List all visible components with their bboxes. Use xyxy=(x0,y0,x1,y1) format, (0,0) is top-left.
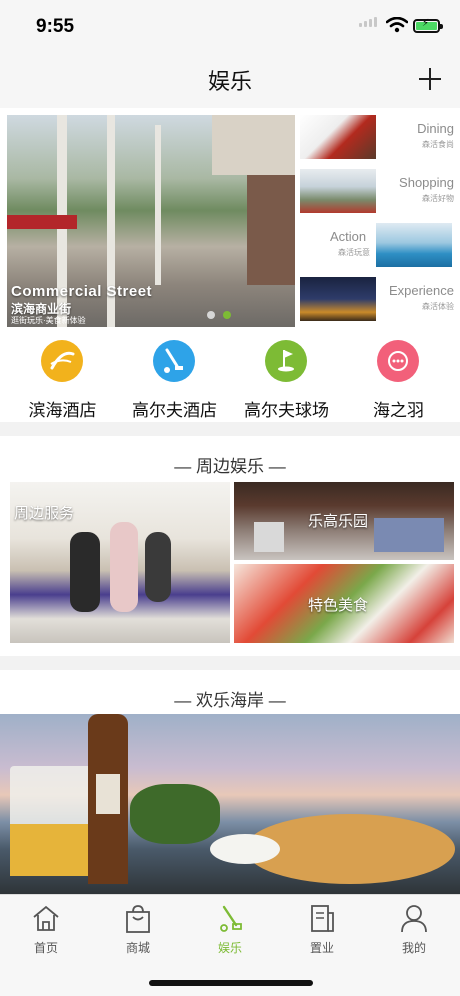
shopping-image xyxy=(300,169,376,213)
plus-icon[interactable] xyxy=(413,58,447,98)
status-bar: 9:55 xyxy=(0,0,460,50)
side-item-shopping[interactable]: Shopping 森活好物 xyxy=(300,169,460,219)
tile-nearby-service[interactable]: 周边服务 xyxy=(10,482,230,643)
quick-link-label: 高尔夫球场 xyxy=(244,401,329,420)
side-item-cn: 森活体验 xyxy=(422,302,454,311)
side-item-cn: 森活好物 xyxy=(422,194,454,203)
side-item-en: Experience xyxy=(388,283,454,298)
tab-entertainment[interactable]: 娱乐 xyxy=(184,903,276,959)
tab-label: 商城 xyxy=(125,941,150,955)
tile-label: 特色美食 xyxy=(308,597,369,614)
hotel-icon xyxy=(41,340,83,382)
quick-link-sea-feather[interactable]: 海之羽 xyxy=(341,340,456,420)
side-item-en: Action xyxy=(330,229,367,244)
tab-property[interactable]: 置业 xyxy=(276,903,368,959)
golf-club-icon xyxy=(153,340,195,382)
quick-link-golf-hotel[interactable]: 高尔夫酒店 xyxy=(117,340,232,420)
tab-mine[interactable]: 我的 xyxy=(368,903,460,959)
side-item-action[interactable]: Action 森活玩意 xyxy=(300,223,460,273)
section-title: — 欢乐海岸 — xyxy=(174,691,286,710)
quick-link-hotel[interactable]: 滨海酒店 xyxy=(5,340,120,420)
nav-bar: 娱乐 xyxy=(0,50,460,108)
action-image xyxy=(376,223,452,267)
side-item-cn: 森活食尚 xyxy=(422,140,454,149)
wifi-icon xyxy=(386,17,408,33)
tile-label: 乐高乐园 xyxy=(308,513,369,530)
tab-label: 置业 xyxy=(309,941,334,955)
tile-lego-park[interactable]: 乐高乐园 xyxy=(234,482,454,560)
carousel-dot-active xyxy=(223,311,231,319)
tab-label: 我的 xyxy=(401,941,426,955)
side-item-dining[interactable]: Dining 森活食尚 xyxy=(300,115,460,165)
dining-image xyxy=(300,115,376,159)
tile-special-food[interactable]: 特色美食 xyxy=(234,564,454,643)
quick-link-golf-course[interactable]: 高尔夫球场 xyxy=(229,340,344,420)
page-title: 娱乐 xyxy=(207,69,252,94)
home-icon xyxy=(33,905,59,931)
quick-link-label: 滨海酒店 xyxy=(28,401,97,420)
quick-link-label: 海之羽 xyxy=(373,401,424,420)
coast-section: — 欢乐海岸 — xyxy=(0,670,460,894)
side-item-en: Dining xyxy=(417,121,454,136)
golf-course-icon xyxy=(265,340,307,382)
hero-carousel[interactable]: Commercial Street 滨海商业街 逛街玩乐·美食新体验 xyxy=(7,115,295,327)
tab-label: 首页 xyxy=(33,941,58,955)
experience-image xyxy=(300,277,376,321)
tab-mall[interactable]: 商城 xyxy=(92,903,184,959)
nearby-section: — 周边娱乐 — 周边服务 乐高乐园 特色美食 xyxy=(0,436,460,656)
side-item-experience[interactable]: Experience 森活体验 xyxy=(300,277,460,327)
section-title: — 周边娱乐 — xyxy=(174,457,286,476)
golf-club-icon xyxy=(220,905,242,932)
person-icon xyxy=(401,905,427,933)
quick-links: 滨海酒店 高尔夫酒店 高尔夫球场 海之羽 xyxy=(0,330,460,422)
side-item-cn: 森活玩意 xyxy=(338,248,370,257)
quick-link-label: 高尔夫酒店 xyxy=(132,401,217,420)
hero-title: Commercial Street xyxy=(11,283,153,300)
carousel-dot xyxy=(207,311,215,319)
battery-icon xyxy=(413,18,443,33)
sea-feather-icon xyxy=(377,340,419,382)
document-icon xyxy=(311,905,334,932)
status-time: 9:55 xyxy=(36,16,75,37)
hero-caption: 逛街玩乐·美食新体验 xyxy=(11,316,86,325)
shopping-bag-icon xyxy=(126,905,150,933)
carousel-dots xyxy=(207,306,239,324)
tab-home[interactable]: 首页 xyxy=(0,903,92,959)
coast-banner-image[interactable] xyxy=(0,714,460,894)
tile-label: 周边服务 xyxy=(14,505,75,522)
tab-label: 娱乐 xyxy=(217,941,242,955)
home-indicator xyxy=(149,980,313,986)
side-item-en: Shopping xyxy=(399,175,454,190)
banner: Commercial Street 滨海商业街 逛街玩乐·美食新体验 Dinin… xyxy=(0,108,460,330)
